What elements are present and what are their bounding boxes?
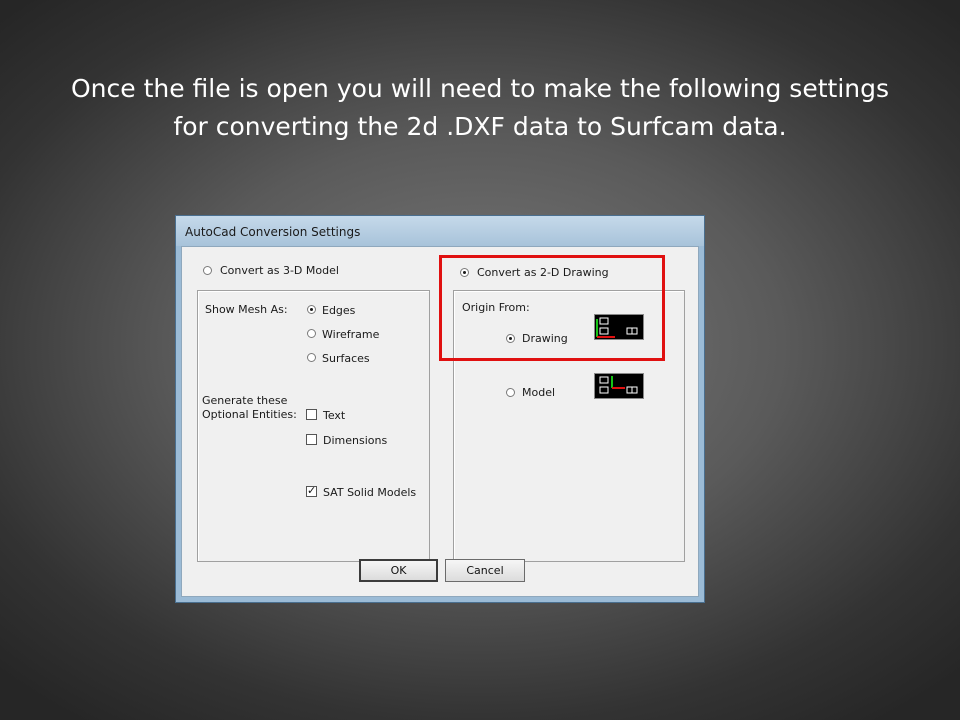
mesh-edges-radio[interactable] [307, 305, 316, 314]
dialog-titlebar[interactable]: AutoCad Conversion Settings [176, 216, 704, 246]
origin-model-label[interactable]: Model [522, 386, 555, 399]
convert-3d-label[interactable]: Convert as 3-D Model [220, 264, 339, 277]
origin-model-preview-icon [594, 373, 644, 399]
origin-model-radio[interactable] [506, 388, 515, 397]
optional-entities-label-1: Generate these [202, 394, 288, 407]
dialog-title: AutoCad Conversion Settings [185, 225, 361, 239]
mesh-surfaces-radio[interactable] [307, 353, 316, 362]
slide-title-line-2: for converting the 2d .DXF data to Surfc… [173, 112, 787, 141]
model-3d-group: Show Mesh As: Edges Wireframe Surfaces G… [197, 290, 430, 562]
text-checkbox-label[interactable]: Text [323, 409, 345, 422]
dimensions-checkbox-label[interactable]: Dimensions [323, 434, 387, 447]
optional-entities-label-2: Optional Entities: [202, 408, 297, 421]
ok-button[interactable]: OK [359, 559, 438, 582]
mesh-wireframe-radio[interactable] [307, 329, 316, 338]
show-mesh-label: Show Mesh As: [205, 303, 288, 316]
sat-solid-models-label[interactable]: SAT Solid Models [323, 486, 416, 499]
highlight-box [439, 255, 665, 361]
mesh-edges-label[interactable]: Edges [322, 304, 355, 317]
slide-title: Once the file is open you will need to m… [40, 70, 920, 146]
sat-solid-models-checkbox[interactable] [306, 484, 317, 497]
mesh-wireframe-label[interactable]: Wireframe [322, 328, 379, 341]
text-checkbox[interactable] [306, 409, 317, 420]
slide-title-line-1: Once the file is open you will need to m… [70, 74, 890, 103]
convert-3d-radio[interactable] [203, 266, 212, 275]
cancel-button[interactable]: Cancel [445, 559, 525, 582]
mesh-surfaces-label[interactable]: Surfaces [322, 352, 370, 365]
dimensions-checkbox[interactable] [306, 434, 317, 445]
